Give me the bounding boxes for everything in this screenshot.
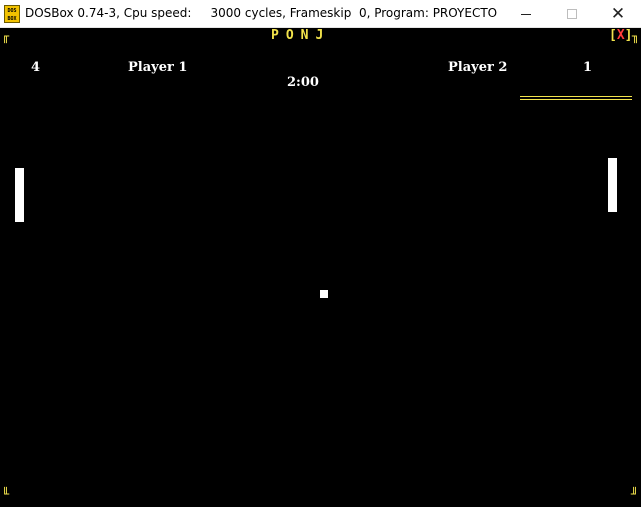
game-close-label: X: [616, 28, 625, 43]
game-screen[interactable]: ╓ ╖ ╙ ╜ PONJ [X] 4 Player 1 Player 2 1 2…: [0, 28, 641, 507]
frame-corner-bottom-left-icon: ╙: [2, 487, 10, 501]
maximize-icon: [567, 9, 577, 19]
player2-label: Player 2: [448, 60, 508, 75]
player1-label: Player 1: [128, 60, 188, 75]
minimize-button[interactable]: [503, 0, 549, 28]
player1-paddle: [15, 168, 24, 222]
match-timer: 2:00: [287, 75, 319, 90]
maximize-button[interactable]: [549, 0, 595, 28]
player2-score: 1: [583, 60, 593, 75]
window-title: DOSBox 0.74-3, Cpu speed: 3000 cycles, F…: [25, 6, 498, 20]
player1-score: 4: [31, 60, 41, 75]
minimize-icon: [521, 13, 531, 15]
player2-paddle: [608, 158, 617, 212]
game-close-button[interactable]: [X]: [609, 28, 632, 43]
frame-corner-bottom-right-icon: ╜: [631, 487, 639, 501]
close-icon: ✕: [610, 3, 626, 24]
ball: [320, 290, 328, 298]
frame-corner-top-left-icon: ╓: [2, 29, 10, 43]
window-titlebar[interactable]: DOS BOX DOSBox 0.74-3, Cpu speed: 3000 c…: [0, 0, 641, 28]
dosbox-app-icon[interactable]: DOS BOX: [4, 5, 20, 23]
player2-indicator-bar: [520, 96, 632, 100]
close-window-button[interactable]: ✕: [595, 0, 641, 28]
game-title: PONJ: [271, 28, 331, 43]
frame-corner-top-right-icon: ╖: [632, 29, 640, 43]
